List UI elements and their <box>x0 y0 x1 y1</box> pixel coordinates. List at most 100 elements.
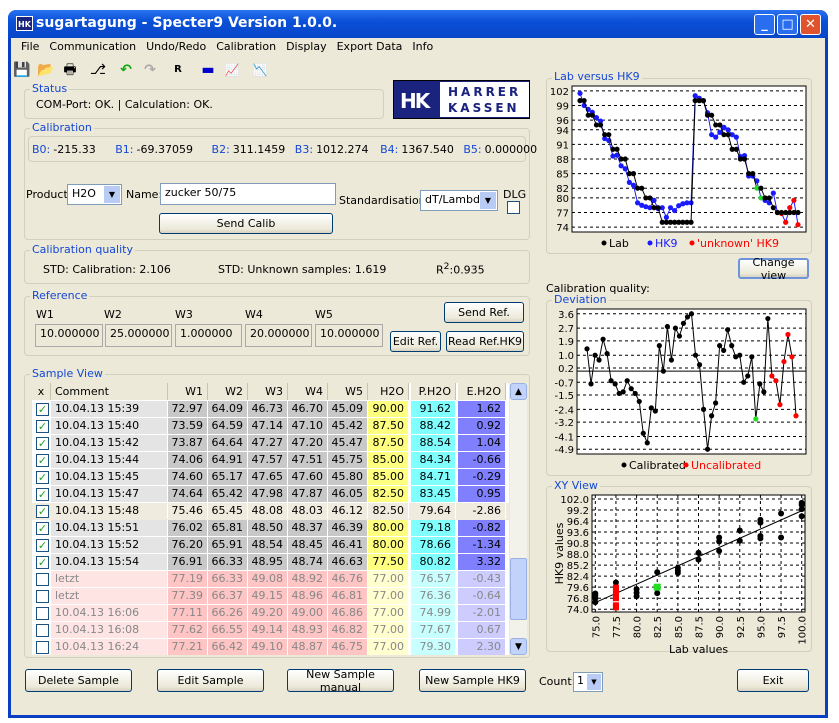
send-calib-button[interactable]: Send Calib <box>159 213 333 234</box>
row-checkbox[interactable]: ✓ <box>36 488 49 501</box>
menu-undo-redo[interactable]: Undo/Redo <box>141 40 211 53</box>
row-checkbox[interactable]: ✓ <box>36 420 49 433</box>
save-icon[interactable]: 💾 <box>12 60 32 80</box>
chevron-down-icon[interactable]: ▼ <box>587 674 601 690</box>
table-scrollbar[interactable]: ▲ ▼ <box>510 383 527 655</box>
row-checkbox[interactable] <box>36 590 49 603</box>
edit-ref-button[interactable]: Edit Ref. <box>390 331 441 352</box>
column-header-w1[interactable]: W1 <box>168 383 208 400</box>
column-header-w3[interactable]: W3 <box>248 383 288 400</box>
ref-w4-field[interactable]: 20.000000 <box>245 324 312 347</box>
value-cell-ph2o: 78.66 <box>411 537 456 553</box>
table-row[interactable]: 10.04.13 16:06 77.11 66.26 49.20 49.00 46.86 7… <box>32 605 509 622</box>
ref-w2-field[interactable]: 25.000000 <box>105 324 172 347</box>
column-header-comment[interactable]: Comment <box>51 383 168 400</box>
row-checkbox[interactable] <box>36 641 49 654</box>
chart-icon[interactable]: 📈 <box>222 60 242 80</box>
edit-sample-button[interactable]: Edit Sample <box>157 669 264 692</box>
name-input[interactable]: zucker 50/75 <box>160 183 336 205</box>
comment-cell: 10.04.13 15:40 <box>51 418 168 434</box>
ref-w1-field[interactable]: 10.000000 <box>35 324 103 347</box>
ref-w3-field[interactable]: 1.000000 <box>175 324 242 347</box>
chevron-down-icon[interactable]: ▼ <box>104 186 120 203</box>
row-checkbox[interactable] <box>36 624 49 637</box>
y-tick-label: 74 <box>556 223 569 234</box>
table-row[interactable]: ✓ 10.04.13 15:51 76.02 65.81 48.50 48.37 46.39… <box>32 520 509 537</box>
dlg-checkbox[interactable] <box>507 201 520 214</box>
value-cell-w4: 47.20 <box>288 435 328 451</box>
menu-display[interactable]: Display <box>281 40 332 53</box>
table-row[interactable]: ✓ 10.04.13 15:54 76.91 66.33 48.95 48.74 46.63… <box>32 554 509 571</box>
chart-down-icon[interactable]: 📉 <box>250 60 270 80</box>
product-select[interactable]: H2O ▼ <box>67 184 122 205</box>
row-checkbox[interactable]: ✓ <box>36 403 49 416</box>
unknown-point <box>612 588 619 595</box>
chevron-down-icon[interactable]: ▼ <box>480 192 496 209</box>
table-row[interactable]: ✓ 10.04.13 15:47 74.64 65.42 47.98 47.87 46.05… <box>32 486 509 503</box>
data-point-lab <box>589 112 595 118</box>
row-checkbox[interactable]: ✓ <box>36 471 49 484</box>
row-checkbox[interactable] <box>36 573 49 586</box>
exit-button[interactable]: Exit <box>737 669 809 692</box>
connect-icon[interactable]: ⎇ <box>88 60 108 80</box>
row-checkbox[interactable]: ✓ <box>36 437 49 450</box>
table-row[interactable]: ✓ 10.04.13 15:52 76.20 65.91 48.54 48.45 46.41… <box>32 537 509 554</box>
menu-file[interactable]: File <box>16 40 44 53</box>
close-button[interactable]: ✕ <box>800 14 821 35</box>
column-header-ph2o[interactable]: P.H2O <box>411 383 456 400</box>
read-ref-hk9-button[interactable]: Read Ref.HK9 <box>446 331 524 352</box>
scroll-thumb[interactable] <box>510 558 527 620</box>
scroll-up-icon[interactable]: ▲ <box>510 383 527 400</box>
scatter-point <box>716 538 723 545</box>
table-row[interactable]: 10.04.13 16:08 77.62 66.55 49.14 48.93 46.82 7… <box>32 622 509 639</box>
print-icon[interactable]: 🖶 <box>60 60 80 80</box>
menu-export-data[interactable]: Export Data <box>332 40 408 53</box>
scroll-down-icon[interactable]: ▼ <box>510 638 527 655</box>
title-bar[interactable]: HK sugartagung - Specter9 Version 1.0.0.… <box>8 10 828 38</box>
row-checkbox[interactable] <box>36 607 49 620</box>
table-row[interactable]: ✓ 10.04.13 15:40 73.59 64.59 47.14 47.10 45.42… <box>32 418 509 435</box>
table-row[interactable]: letzt 77.39 66.37 49.15 48.96 46.81 77.00 76.36… <box>32 588 509 605</box>
row-checkbox[interactable]: ✓ <box>36 522 49 535</box>
deviation-point <box>717 343 723 349</box>
menu-communication[interactable]: Communication <box>44 40 141 53</box>
column-header-w5[interactable]: W5 <box>328 383 368 400</box>
open-folder-icon[interactable]: 📂 <box>36 60 56 80</box>
new-sample-hk9-button[interactable]: New Sample HK9 <box>419 669 526 692</box>
menu-calibration[interactable]: Calibration <box>211 40 281 53</box>
column-header-w4[interactable]: W4 <box>288 383 328 400</box>
value-cell-w1: 75.46 <box>168 503 208 519</box>
column-header-eh2o[interactable]: E.H2O <box>458 383 506 400</box>
row-checkbox[interactable]: ✓ <box>36 454 49 467</box>
data-point-lab <box>581 98 587 104</box>
table-row[interactable]: 10.04.13 16:24 77.21 66.42 49.10 48.87 46.75 7… <box>32 639 509 655</box>
column-header-x[interactable]: x <box>32 383 51 400</box>
minimize-button[interactable]: _ <box>754 14 775 35</box>
standardisation-select[interactable]: dT/Lambda ▼ <box>420 190 498 211</box>
y-tick-label: 1.9 <box>558 337 574 348</box>
table-row[interactable]: letzt 77.19 66.33 49.08 48.92 46.76 77.00 76.57… <box>32 571 509 588</box>
undo-icon[interactable]: ↶ <box>116 60 136 80</box>
menu-info[interactable]: Info <box>407 40 438 53</box>
table-row[interactable]: ✓ 10.04.13 15:44 74.06 64.91 47.57 47.51 45.75… <box>32 452 509 469</box>
table-row[interactable]: ✓ 10.04.13 15:48 75.46 65.45 48.08 48.03 46.12… <box>32 503 509 520</box>
maximize-button[interactable]: □ <box>777 14 798 35</box>
count-select[interactable]: 1 ▼ <box>573 672 603 692</box>
reference-icon[interactable]: R <box>168 60 188 80</box>
table-row[interactable]: ✓ 10.04.13 15:45 74.60 65.17 47.65 47.60 45.80… <box>32 469 509 486</box>
monitor-icon[interactable]: ▬ <box>198 60 218 80</box>
delete-sample-button[interactable]: Delete Sample <box>25 669 132 692</box>
std-calibration: STD: Calibration: 2.106 <box>43 263 171 276</box>
row-checkbox[interactable]: ✓ <box>36 556 49 569</box>
ref-w5-field[interactable]: 10.000000 <box>315 324 383 347</box>
table-row[interactable]: ✓ 10.04.13 15:42 73.87 64.64 47.27 47.20 45.47… <box>32 435 509 452</box>
send-ref-button[interactable]: Send Ref. <box>444 302 524 323</box>
column-header-w2[interactable]: W2 <box>208 383 248 400</box>
table-row[interactable]: ✓ 10.04.13 15:39 72.97 64.09 46.73 46.70 45.09… <box>32 401 509 418</box>
row-checkbox[interactable]: ✓ <box>36 539 49 552</box>
column-header-h2o[interactable]: H2O <box>368 383 409 400</box>
row-checkbox[interactable]: ✓ <box>36 505 49 518</box>
redo-icon[interactable]: ↷ <box>140 60 160 80</box>
new-sample-manual-button[interactable]: New Sample manual <box>287 668 394 694</box>
change-view-button[interactable]: Change view <box>738 256 809 282</box>
